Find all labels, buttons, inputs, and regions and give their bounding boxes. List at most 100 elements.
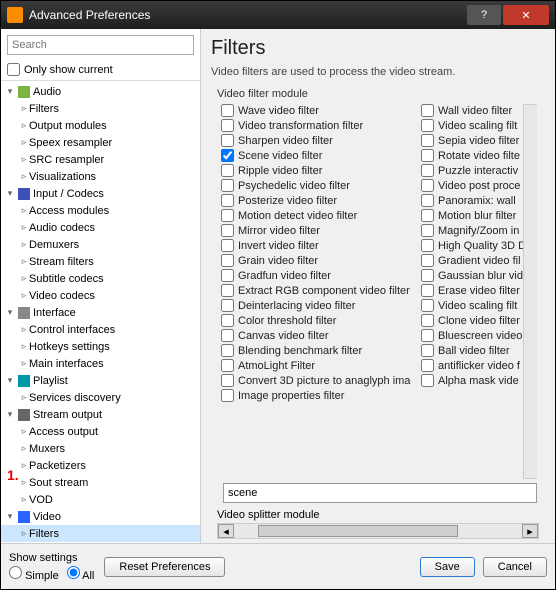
radio-all[interactable]: All [67,566,95,582]
tree-cat-video[interactable]: ▾Video [1,508,200,525]
filter-checkbox[interactable] [221,344,234,357]
tree-twisty-icon[interactable]: ▹ [19,205,29,216]
tree-twisty-icon[interactable]: ▾ [5,375,15,386]
filter-checkbox[interactable] [221,209,234,222]
filter-motion-detect-video-filter[interactable]: Motion detect video filter [221,209,411,222]
tree-twisty-icon[interactable]: ▾ [5,86,15,97]
category-tree[interactable]: ▾Audio▹Filters▹Output modules▹Speex resa… [1,80,200,543]
help-button[interactable]: ? [467,5,501,25]
tree-item-stream-filters[interactable]: ▹Stream filters [1,253,200,270]
tree-item-speex-resampler[interactable]: ▹Speex resampler [1,134,200,151]
filter-gradfun-video-filter[interactable]: Gradfun video filter [221,269,411,282]
tree-item-access-modules[interactable]: ▹Access modules [1,202,200,219]
tree-twisty-icon[interactable]: ▹ [19,273,29,284]
tree-item-audio-codecs[interactable]: ▹Audio codecs [1,219,200,236]
tree-twisty-icon[interactable]: ▹ [19,222,29,233]
filter-ripple-video-filter[interactable]: Ripple video filter [221,164,411,177]
filter-video-transformation-filter[interactable]: Video transformation filter [221,119,411,132]
filter-checkbox[interactable] [421,149,434,162]
filter-sharpen-video-filter[interactable]: Sharpen video filter [221,134,411,147]
filter-checkbox[interactable] [221,359,234,372]
filter-checkbox[interactable] [221,134,234,147]
filter-checkbox[interactable] [421,194,434,207]
filter-checkbox[interactable] [221,179,234,192]
filter-scene-video-filter[interactable]: Scene video filter [221,149,411,162]
filter-mirror-video-filter[interactable]: Mirror video filter [221,224,411,237]
tree-cat-playlist[interactable]: ▾Playlist [1,372,200,389]
tree-twisty-icon[interactable]: ▹ [19,137,29,148]
tree-twisty-icon[interactable]: ▹ [19,154,29,165]
tree-item-subtitle-codecs[interactable]: ▹Subtitle codecs [1,270,200,287]
tree-item-output-modules[interactable]: ▹Output modules [1,542,200,543]
tree-cat-interface[interactable]: ▾Interface [1,304,200,321]
only-show-current[interactable]: Only show current [7,63,194,76]
tree-item-services-discovery[interactable]: ▹Services discovery [1,389,200,406]
filter-color-threshold-filter[interactable]: Color threshold filter [221,314,411,327]
tree-cat-input[interactable]: ▾Input / Codecs [1,185,200,202]
filter-posterize-video-filter[interactable]: Posterize video filter [221,194,411,207]
filter-checkbox[interactable] [421,329,434,342]
tree-twisty-icon[interactable]: ▹ [19,477,29,488]
filter-checkbox[interactable] [221,119,234,132]
filter-checkbox[interactable] [421,359,434,372]
tree-twisty-icon[interactable]: ▹ [19,494,29,505]
filter-checkbox[interactable] [421,179,434,192]
filter-invert-video-filter[interactable]: Invert video filter [221,239,411,252]
tree-item-main-interfaces[interactable]: ▹Main interfaces [1,355,200,372]
filter-atmolight-filter[interactable]: AtmoLight Filter [221,359,411,372]
tree-twisty-icon[interactable]: ▹ [19,290,29,301]
tree-item-video-codecs[interactable]: ▹Video codecs [1,287,200,304]
filter-checkbox[interactable] [421,314,434,327]
tree-item-output-modules[interactable]: ▹Output modules [1,117,200,134]
filter-checkbox[interactable] [421,239,434,252]
close-button[interactable]: ✕ [503,5,549,25]
tree-item-demuxers[interactable]: ▹Demuxers [1,236,200,253]
horizontal-scrollbar[interactable]: ◂ ▸ [217,523,539,539]
filter-checkbox[interactable] [421,224,434,237]
filter-checkbox[interactable] [421,164,434,177]
tree-item-sout-stream[interactable]: ▹Sout stream [1,474,200,491]
filter-extract-rgb-component-video-filter[interactable]: Extract RGB component video filter [221,284,411,297]
filter-checkbox[interactable] [221,314,234,327]
filter-image-properties-filter[interactable]: Image properties filter [221,389,411,402]
scroll-thumb[interactable] [258,525,458,537]
filter-checkbox[interactable] [421,284,434,297]
filter-checkbox[interactable] [421,209,434,222]
tree-item-muxers[interactable]: ▹Muxers [1,440,200,457]
tree-cat-stream[interactable]: ▾Stream output [1,406,200,423]
tree-twisty-icon[interactable]: ▹ [19,443,29,454]
filter-checkbox[interactable] [221,149,234,162]
filter-checkbox[interactable] [221,239,234,252]
filter-checkbox[interactable] [421,374,434,387]
tree-twisty-icon[interactable]: ▾ [5,511,15,522]
filter-checkbox[interactable] [221,329,234,342]
filter-blending-benchmark-filter[interactable]: Blending benchmark filter [221,344,411,357]
tree-twisty-icon[interactable]: ▹ [19,239,29,250]
filter-checkbox[interactable] [421,119,434,132]
radio-simple[interactable]: Simple [9,566,59,582]
filter-checkbox[interactable] [221,164,234,177]
tree-twisty-icon[interactable]: ▹ [19,528,29,539]
tree-twisty-icon[interactable]: ▾ [5,307,15,318]
filter-wave-video-filter[interactable]: Wave video filter [221,104,411,117]
tree-twisty-icon[interactable]: ▹ [19,256,29,267]
tree-twisty-icon[interactable]: ▹ [19,358,29,369]
tree-item-access-output[interactable]: ▹Access output [1,423,200,440]
filter-checkbox[interactable] [221,194,234,207]
filter-checkbox[interactable] [221,299,234,312]
tree-twisty-icon[interactable]: ▾ [5,409,15,420]
tree-item-control-interfaces[interactable]: ▹Control interfaces [1,321,200,338]
filter-checkbox[interactable] [421,299,434,312]
filter-convert-d-picture-to-anaglyph-image-video-filter[interactable]: Convert 3D picture to anaglyph image vid… [221,374,411,387]
only-show-current-checkbox[interactable] [7,63,20,76]
scroll-left-arrow-icon[interactable]: ◂ [218,524,234,538]
tree-item-vod[interactable]: ▹VOD [1,491,200,508]
filter-checkbox[interactable] [221,374,234,387]
tree-item-visualizations[interactable]: ▹Visualizations [1,168,200,185]
tree-twisty-icon[interactable]: ▹ [19,460,29,471]
tree-twisty-icon[interactable]: ▹ [19,392,29,403]
tree-cat-audio[interactable]: ▾Audio [1,83,200,100]
tree-twisty-icon[interactable]: ▹ [19,103,29,114]
vertical-scrollbar[interactable] [523,104,539,479]
filter-checkbox[interactable] [221,104,234,117]
